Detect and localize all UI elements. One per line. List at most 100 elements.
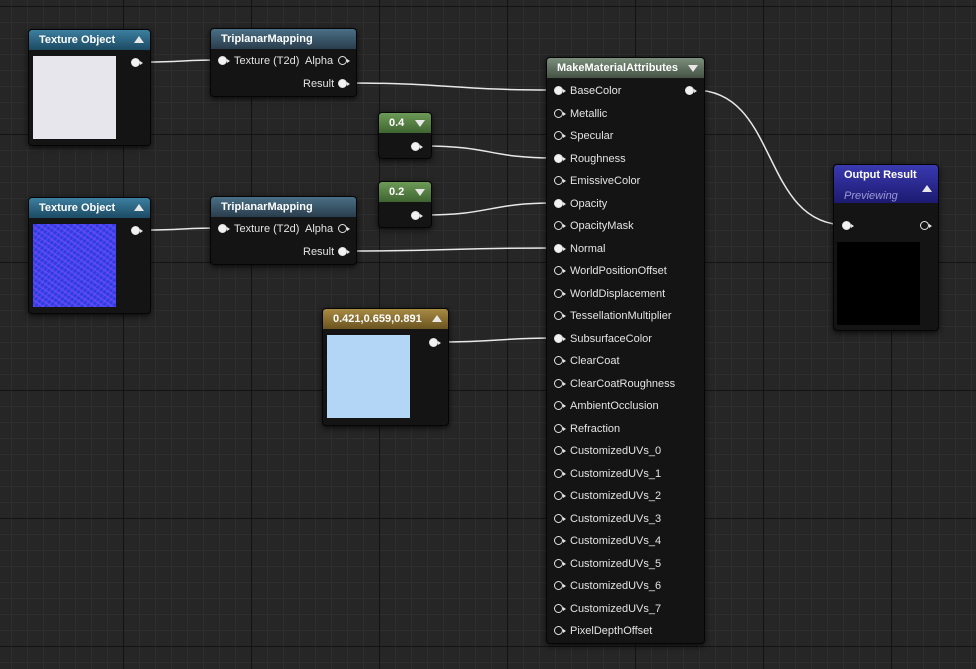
wire-const2-to-opacity [424,202,554,216]
node-header[interactable]: TriplanarMapping [211,29,356,49]
node-title: TriplanarMapping [221,201,313,213]
input-label-normal: Normal [570,242,606,255]
input-pin-customizeduvs_5[interactable] [554,558,566,568]
collapse-arrow-icon[interactable] [432,315,442,322]
node-title: Texture Object [39,202,116,214]
node-header[interactable]: MakeMaterialAttributes [547,58,704,78]
result-output-label: Result [303,246,335,258]
texture-input-label: Texture (T2d) [234,55,300,67]
input-label-emissivecolor: EmissiveColor [570,175,641,187]
input-pin-pixeldepthoffset[interactable] [554,626,566,635]
input-label-customizeduvs_2: CustomizedUVs_2 [570,490,662,502]
collapse-arrow-icon[interactable] [688,65,698,72]
input-pin-customizeduvs_2[interactable] [554,491,566,500]
texture-object-node-2[interactable]: Texture Object [28,197,151,314]
node-title: TriplanarMapping [221,33,313,45]
output-pin[interactable] [411,142,423,151]
wire-make-to-output [693,89,847,226]
input-pin-worldpositionoffset[interactable] [554,266,566,275]
constant-node-1[interactable]: 0.4 [378,112,432,159]
input-label-ambientocclusion: AmbientOcclusion [570,400,659,412]
output-pin[interactable] [131,58,143,67]
input-label-opacity: Opacity [570,197,608,210]
input-label-specular: Specular [570,130,614,142]
input-pin-tessellationmultiplier[interactable] [554,311,566,320]
normal-map-preview [33,224,116,307]
input-pin-customizeduvs_3[interactable] [554,513,566,523]
input-label-customizeduvs_1: CustomizedUVs_1 [570,467,662,480]
alpha-output-pin[interactable] [338,224,350,233]
node-header[interactable]: 0.4 [379,113,431,133]
input-pin-customizeduvs_6[interactable] [554,581,566,590]
input-pin-ambientocclusion[interactable] [554,401,566,410]
input-pin-customizeduvs_7[interactable] [554,603,566,613]
constant-node-2[interactable]: 0.2 [378,181,432,228]
output-pin[interactable] [429,338,441,347]
node-header[interactable]: Output Result Previewing [834,165,938,203]
input-label-tessellationmultiplier: TessellationMultiplier [570,310,672,322]
result-output-pin[interactable] [338,79,350,88]
input-pin-customizeduvs_0[interactable] [554,446,566,455]
color-preview [327,335,410,418]
output-pin[interactable] [411,211,423,220]
input-pin-clearcoatroughness[interactable] [554,378,566,388]
collapse-arrow-icon[interactable] [415,120,425,127]
collapse-arrow-icon[interactable] [415,189,425,196]
output-pin[interactable] [131,226,143,235]
collapse-arrow-icon[interactable] [134,36,144,43]
output-result-node[interactable]: Output Result Previewing [833,164,939,331]
collapse-arrow-icon[interactable] [922,185,932,192]
triplanar-mapping-node-2[interactable]: TriplanarMapping Texture (T2d) Alpha Res… [210,196,357,265]
triplanar-mapping-node-1[interactable]: TriplanarMapping Texture (T2d) Alpha Res… [210,28,357,97]
node-header[interactable]: 0.2 [379,182,431,202]
input-label-refraction: Refraction [570,422,621,435]
previewing-label: Previewing [844,190,898,202]
alpha-output-pin[interactable] [338,56,350,65]
input-pin-subsurfacecolor[interactable] [554,333,566,343]
node-header[interactable]: TriplanarMapping [211,197,356,217]
alpha-output-label: Alpha [305,223,334,235]
input-pin-clearcoat[interactable] [554,356,566,365]
texture-input-pin[interactable] [218,56,230,65]
input-pin-roughness[interactable] [554,153,566,163]
input-pin-metallic[interactable] [554,108,566,118]
input-pin-opacitymask[interactable] [554,221,566,230]
node-title: Texture Object [39,34,116,46]
constant-value: 0.2 [389,186,405,198]
texture-object-node-1[interactable]: Texture Object [28,29,151,146]
node-header[interactable]: Texture Object [29,198,150,218]
input-label-basecolor: BaseColor [570,85,622,97]
color-constant-node[interactable]: 0.421,0.659,0.891 [322,308,449,426]
input-pin-emissivecolor[interactable] [554,176,566,185]
input-pin-worlddisplacement[interactable] [554,288,566,298]
input-pin-opacity[interactable] [554,198,566,208]
node-title: MakeMaterialAttributes [557,62,679,74]
input-pin-refraction[interactable] [554,423,566,433]
input-label-customizeduvs_4: CustomizedUVs_4 [570,535,662,547]
input-pin-customizeduvs_4[interactable] [554,536,566,545]
input-pin-specular[interactable] [554,131,566,140]
input-label-opacitymask: OpacityMask [570,220,634,232]
input-label-customizeduvs_3: CustomizedUVs_3 [570,512,662,525]
texture-input-pin[interactable] [218,224,230,233]
node-header[interactable]: 0.421,0.659,0.891 [323,309,448,329]
result-output-label: Result [303,78,335,90]
node-header[interactable]: Texture Object [29,30,150,50]
collapse-arrow-icon[interactable] [134,204,144,211]
input-label-pixeldepthoffset: PixelDepthOffset [570,625,653,637]
node-title: Output Result [844,169,917,181]
make-material-attributes-node[interactable]: MakeMaterialAttributes BaseColor Metallic… [546,57,705,644]
input-label-subsurfacecolor: SubsurfaceColor [570,332,652,345]
input-label-clearcoatroughness: ClearCoatRoughness [570,377,676,390]
input-pin-normal[interactable] [554,243,566,253]
input-pin-customizeduvs_1[interactable] [554,468,566,478]
output-pin[interactable] [920,221,932,230]
wire-color-to-subsurface [437,337,554,343]
wire-tex2-to-tri2 [145,227,219,231]
wire-tri1-result-to-basecolor [346,82,554,91]
output-pin[interactable] [685,86,697,95]
input-label-worlddisplacement: WorldDisplacement [570,287,666,300]
result-output-pin[interactable] [338,247,350,256]
input-pin[interactable] [842,221,854,230]
input-pin-basecolor[interactable] [554,86,566,95]
